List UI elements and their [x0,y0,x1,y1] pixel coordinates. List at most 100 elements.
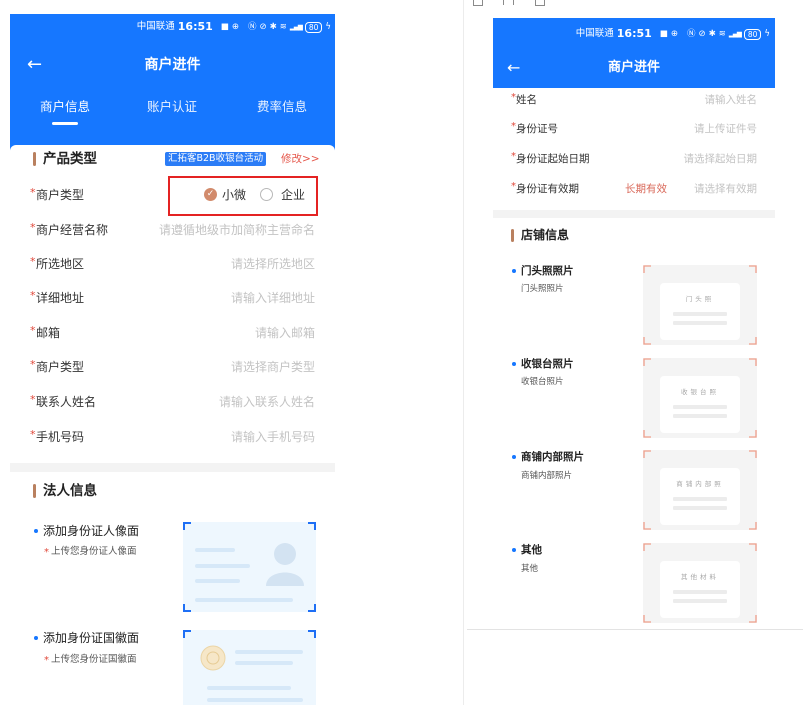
photo-title-interior: 商铺内部照片 [521,451,584,463]
notification-icon: ■ [659,29,668,39]
required-mark: * [30,255,36,268]
sample-label: 收银台照 [681,388,719,396]
sample-line [673,599,727,603]
upload-hint-id-back: 上传您身份证国徽面 [51,654,137,665]
form-row-phone[interactable]: * 手机号码 请输入手机号码 [10,427,335,447]
email-input[interactable]: 请输入邮箱 [255,323,315,343]
tab-fee-info[interactable]: 费率信息 [242,97,322,117]
form-row-name[interactable]: * 姓名 请输入姓名 [493,91,775,109]
sample-card [660,283,740,340]
tab-account-verification[interactable]: 账户认证 [132,97,212,117]
status-bar: 中国联通 16:51 ■ ⊕ Ⓝ ⊘ ✱ ≋ ▂▄▆ 80 ϟ [137,19,331,35]
upload-title-id-front: 添加身份证人像面 [43,524,140,538]
upload-title-id-back: 添加身份证国徽面 [43,631,140,645]
form-row-id-number[interactable]: * 身份证号 请上传证件号 [493,120,775,138]
sample-card [660,468,740,525]
sample-line [673,497,727,501]
form-row-id-start-date[interactable]: * 身份证起始日期 请选择起始日期 [493,150,775,168]
field-label: 邮箱 [36,326,61,340]
form-row-email[interactable]: * 邮箱 请输入邮箱 [10,323,335,343]
form-row-id-validity[interactable]: * 身份证有效期 长期有效 请选择有效期 [493,180,775,198]
tab-merchant-info[interactable]: 商户信息 [25,97,105,117]
photo-subtitle-cashier: 收银台照片 [521,377,564,387]
required-mark: * [30,221,36,234]
form-row-region[interactable]: * 所选地区 请选择所选地区 [10,254,335,274]
id-start-date-picker[interactable]: 请选择起始日期 [684,150,758,168]
photo-placeholder-illustration [643,358,757,438]
bullet-dot [34,636,38,640]
field-label: 商户类型 [36,360,85,374]
crop-icon[interactable] [503,0,514,5]
required-mark: * [30,289,36,302]
page-title: 商户进件 [144,57,201,73]
text-line [195,548,235,552]
merchant-category-select[interactable]: 请选择商户类型 [231,357,315,377]
address-input[interactable]: 请输入详细地址 [231,288,315,308]
carrier-label: 中国联通 [136,21,175,32]
id-number-input[interactable]: 请上传证件号 [694,120,757,138]
bluetooth-icon: ✱ [269,22,277,32]
bullet-dot [512,362,516,366]
page-title: 商户进件 [607,60,660,75]
text-line [195,579,240,583]
id-back-upload[interactable] [183,630,316,705]
bullet-dot [34,529,38,533]
image-icon[interactable] [473,0,483,6]
right-phone-screen: 中国联通 16:51 ■ ⊕ Ⓝ ⊘ ✱ ≋ ▂▄▆ 80 ϟ ← 商户进件 *… [493,18,775,629]
mute-icon: ⊘ [698,29,706,39]
screenshot-canvas: 中国联通 16:51 ■ ⊕ Ⓝ ⊘ ✱ ≋ ▂▄▆ 80 ϟ ← 商户进件 商… [0,0,803,705]
required-mark: * [30,393,36,406]
other-photo-upload[interactable]: 其他材料 [643,543,757,623]
region-select[interactable]: 请选择所选地区 [231,254,315,274]
bluetooth-icon: ✱ [708,29,716,39]
app-icon: ⊕ [231,22,239,32]
form-row-merchant-category[interactable]: * 商户类型 请选择商户类型 [10,357,335,377]
battery-icon: 80 [304,21,323,33]
section-divider [493,210,775,218]
form-row-contact-name[interactable]: * 联系人姓名 请输入联系人姓名 [10,392,335,412]
vertical-separator [463,0,464,705]
charging-icon: ϟ [764,29,770,39]
required-mark: * [30,324,36,337]
sample-line [673,590,727,594]
contact-name-input[interactable]: 请输入联系人姓名 [219,392,315,412]
storefront-photo-upload[interactable]: 门头照 [643,265,757,345]
photo-placeholder-illustration [643,265,757,345]
edit-link[interactable]: 修改>> [281,150,320,168]
photo-title-storefront: 门头照照片 [521,265,574,277]
highlight-box [168,176,318,216]
photo-placeholder-illustration [643,543,757,623]
text-line [235,650,303,654]
name-input[interactable]: 请输入姓名 [705,91,758,109]
bullet-dot [512,269,516,273]
field-label: 身份证号 [516,123,558,135]
sample-line [673,506,727,510]
photo-title-other: 其他 [521,544,542,556]
battery-level: 80 [308,22,319,32]
phone-input[interactable]: 请输入手机号码 [231,427,315,447]
required-mark: * [30,428,36,441]
window-icon[interactable] [535,0,545,6]
screenshot-bottom-border [467,629,803,630]
form-row-business-name[interactable]: * 商户经营名称 请遵循地级市加简称主营命名 [10,220,335,240]
sample-line [673,312,727,316]
cashier-photo-upload[interactable]: 收银台照 [643,358,757,438]
section-title-shop-info: 店铺信息 [521,228,570,242]
battery-icon: 80 [743,28,762,40]
sample-card [660,561,740,618]
id-validity-picker[interactable]: 请选择有效期 [694,180,757,198]
interior-photo-upload[interactable]: 商铺内部照 [643,450,757,530]
section-marker [511,229,514,242]
header-background [10,14,335,154]
text-line [195,564,250,568]
battery-level: 80 [747,29,758,39]
time-label: 16:51 [177,20,213,33]
required-mark: * [30,186,36,199]
long-term-option[interactable]: 长期有效 [625,180,667,198]
field-label: 商户经营名称 [36,223,109,237]
form-row-address[interactable]: * 详细地址 请输入详细地址 [10,288,335,308]
business-name-input[interactable]: 请遵循地级市加简称主营命名 [159,220,315,240]
sample-line [673,414,727,418]
id-front-upload[interactable] [183,522,316,612]
section-marker [33,484,36,498]
